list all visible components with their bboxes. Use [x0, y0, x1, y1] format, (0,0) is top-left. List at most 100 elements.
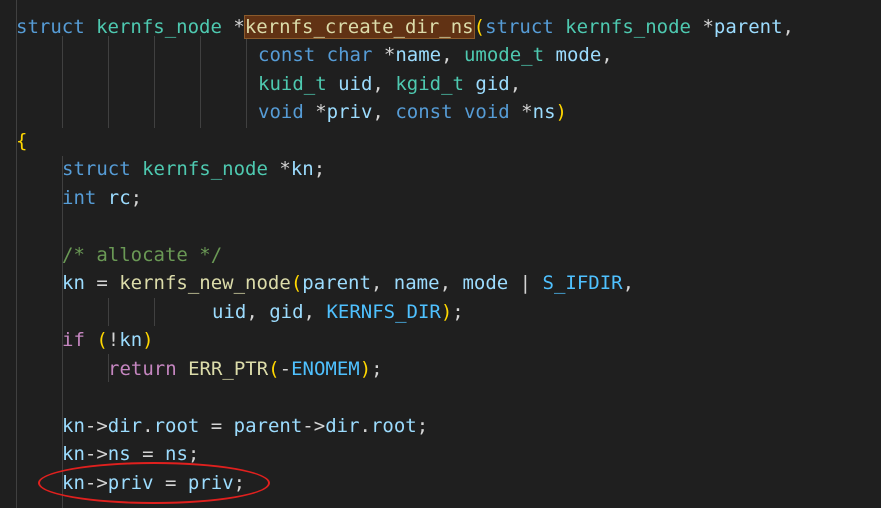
- paren-token: (: [96, 329, 108, 351]
- variable-token: mode: [462, 272, 509, 294]
- type-token: umode_t: [463, 44, 545, 66]
- paren-token: ): [555, 101, 567, 123]
- paren-token: (: [290, 272, 303, 294]
- operator-token: ->: [84, 443, 108, 465]
- operator-token: !: [107, 329, 120, 351]
- punctuation-token: ;: [130, 187, 143, 209]
- operator-token: *: [372, 44, 396, 66]
- operator-token: -: [279, 358, 292, 380]
- operator-token: .: [359, 415, 371, 437]
- code-line[interactable]: kuid_t uid, kgid_t gid,: [258, 70, 521, 98]
- code-line[interactable]: const char *name, umode_t mode,: [258, 41, 613, 69]
- variable-token: priv: [326, 101, 373, 123]
- type-token: kgid_t: [395, 73, 464, 95]
- variable-token: kn: [119, 329, 143, 351]
- punctuation-token: ,: [370, 272, 394, 294]
- brace-token: {: [16, 130, 28, 152]
- type-token: kernfs_node: [142, 158, 268, 180]
- operator-token: *: [221, 16, 245, 38]
- code-line[interactable]: /* allocate */: [62, 241, 222, 269]
- operator-token: .: [142, 415, 154, 437]
- constant-token: KERNFS_DIR: [326, 301, 441, 323]
- variable-token: rc: [107, 187, 131, 209]
- variable-token: dir: [107, 415, 143, 437]
- variable-token: parent: [302, 272, 371, 294]
- variable-token: kn: [290, 158, 314, 180]
- paren-token: ): [142, 329, 154, 351]
- keyword-token: if: [62, 329, 85, 351]
- keyword-token: const: [395, 101, 453, 123]
- punctuation-token: ,: [622, 272, 635, 294]
- code-line[interactable]: struct kernfs_node *kn;: [62, 155, 325, 183]
- code-line[interactable]: uid, gid, KERNFS_DIR);: [212, 298, 464, 326]
- code-line[interactable]: void *priv, const void *ns): [258, 98, 567, 126]
- code-line[interactable]: struct kernfs_node *kernfs_create_dir_ns…: [16, 13, 794, 41]
- indent-guide: [154, 36, 155, 128]
- indent-guide: [16, 0, 17, 508]
- comment-token: /* allocate */: [62, 244, 223, 266]
- variable-token: kn: [62, 443, 85, 465]
- keyword-token: struct: [62, 158, 131, 180]
- variable-token: kn: [62, 272, 85, 294]
- keyword-token: int: [62, 187, 97, 209]
- operator-token: |: [508, 272, 543, 294]
- punctuation-token: ;: [416, 415, 429, 437]
- indent-guide: [200, 36, 201, 128]
- function-token: kernfs_new_node: [119, 272, 291, 294]
- punctuation-token: ,: [372, 73, 396, 95]
- annotation-ellipse: [38, 462, 270, 504]
- keyword-token: void: [258, 101, 304, 123]
- variable-token: parent: [713, 16, 783, 38]
- code-line[interactable]: return ERR_PTR(-ENOMEM);: [108, 355, 383, 383]
- punctuation-token: ,: [246, 301, 270, 323]
- variable-token: dir: [325, 415, 360, 437]
- keyword-token: void: [463, 101, 510, 123]
- code-line[interactable]: kn = kernfs_new_node(parent, name, mode …: [62, 269, 634, 297]
- keyword-token: return: [108, 358, 177, 380]
- code-line[interactable]: kn->dir.root = parent->dir.root;: [62, 412, 428, 440]
- paren-token: ): [359, 358, 372, 380]
- punctuation-token: ,: [601, 44, 613, 66]
- punctuation-token: ;: [187, 443, 200, 465]
- type-token: kuid_t: [258, 73, 327, 95]
- variable-token: gid: [269, 301, 304, 323]
- punctuation-token: ,: [372, 101, 396, 123]
- keyword-token: struct: [16, 16, 85, 38]
- punctuation-token: ,: [439, 272, 463, 294]
- variable-token: kn: [62, 415, 85, 437]
- variable-token: root: [370, 415, 417, 437]
- punctuation-token: ;: [371, 358, 383, 380]
- operator-token: *: [303, 101, 327, 123]
- indent-guide: [154, 298, 155, 326]
- variable-token: gid: [475, 73, 510, 95]
- keyword-token: const: [258, 44, 316, 66]
- variable-token: parent: [233, 415, 303, 437]
- type-token: kernfs_node: [565, 16, 691, 38]
- variable-token: ns: [532, 101, 556, 123]
- code-line[interactable]: int rc;: [62, 184, 142, 212]
- variable-token: uid: [212, 301, 247, 323]
- paren-token: ): [440, 301, 453, 323]
- keyword-token: char: [326, 44, 373, 66]
- constant-token: S_IFDIR: [542, 272, 623, 294]
- punctuation-token: ,: [303, 301, 327, 323]
- code-editor[interactable]: struct kernfs_node *kernfs_create_dir_ns…: [0, 0, 881, 508]
- code-line[interactable]: if (!kn): [62, 326, 154, 354]
- type-token: kernfs_node: [96, 16, 222, 38]
- punctuation-token: ,: [782, 16, 794, 38]
- punctuation-token: ;: [313, 158, 326, 180]
- punctuation-token: ,: [441, 44, 464, 66]
- code-line[interactable]: {: [16, 127, 27, 155]
- variable-token: uid: [338, 73, 373, 95]
- indent-guide: [108, 36, 109, 128]
- operator-token: ->: [302, 415, 326, 437]
- keyword-token: struct: [485, 16, 554, 38]
- indent-guide: [62, 36, 63, 128]
- operator-token: *: [267, 158, 291, 180]
- operator-token: =: [199, 415, 234, 437]
- paren-token: (: [473, 16, 486, 38]
- punctuation-token: ;: [452, 301, 464, 323]
- function-name-highlighted[interactable]: kernfs_create_dir_ns: [243, 15, 475, 39]
- function-token: ERR_PTR: [188, 358, 269, 380]
- constant-token: ENOMEM: [291, 358, 360, 380]
